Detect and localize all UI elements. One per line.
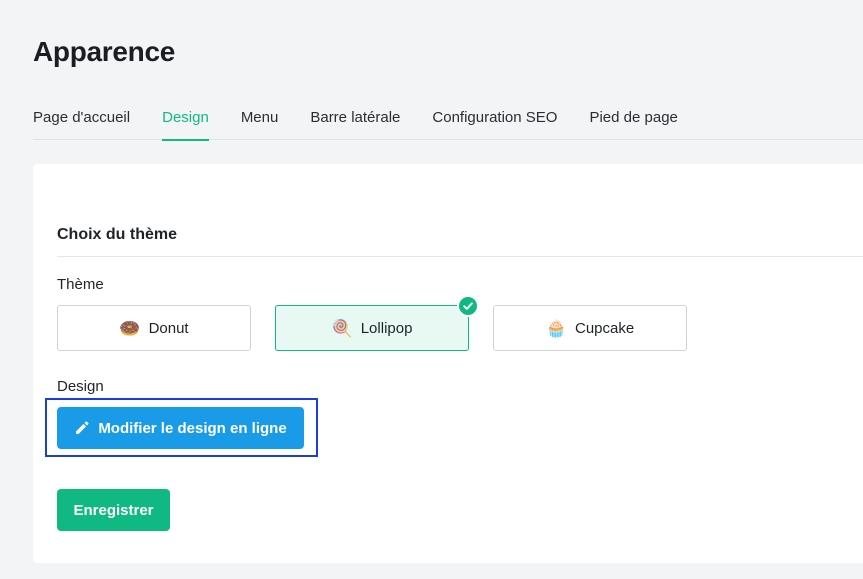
theme-option-donut[interactable]: 🍩 Donut [57,305,251,351]
tab-bar: Page d'accueil Design Menu Barre latéral… [33,100,863,141]
donut-icon: 🍩 [119,318,141,338]
tab-page-accueil[interactable]: Page d'accueil [33,100,130,140]
pencil-icon [74,420,90,436]
theme-option-cupcake[interactable]: 🧁 Cupcake [493,305,687,351]
lollipop-icon: 🍭 [331,318,353,338]
section-title: Choix du thème [57,226,178,243]
theme-option-label: Lollipop [360,319,413,337]
theme-option-label: Donut [148,319,189,337]
section-divider [57,256,863,257]
theme-option-lollipop[interactable]: 🍭 Lollipop [275,295,479,351]
theme-label: Thème [57,276,104,293]
tab-configuration-seo[interactable]: Configuration SEO [432,100,557,140]
edit-design-button[interactable]: Modifier le design en ligne [57,407,304,449]
save-button[interactable]: Enregistrer [57,489,170,531]
settings-card: Choix du thème Thème 🍩 Donut 🍭 Lollipop … [33,164,863,563]
tab-pied-de-page[interactable]: Pied de page [589,100,677,140]
page-title: Apparence [33,36,176,67]
theme-option-label: Cupcake [574,319,635,337]
tab-design[interactable]: Design [162,100,209,141]
check-circle-icon [457,295,479,317]
design-label: Design [57,378,104,395]
tab-barre-laterale[interactable]: Barre latérale [310,100,400,140]
edit-design-button-label: Modifier le design en ligne [98,419,287,437]
cupcake-icon: 🧁 [545,318,567,338]
tab-menu[interactable]: Menu [241,100,279,140]
